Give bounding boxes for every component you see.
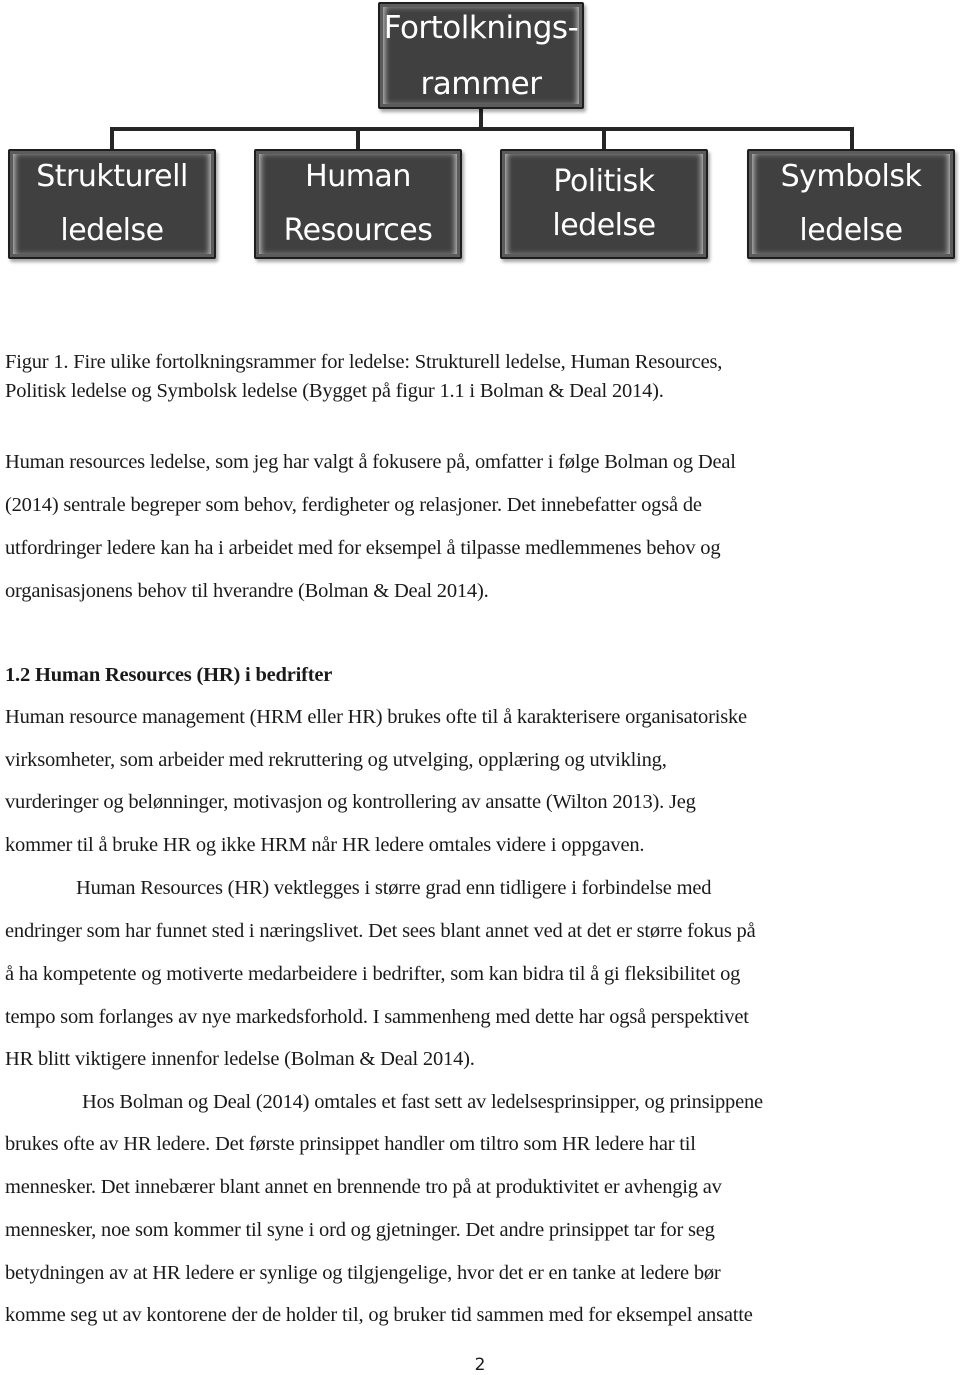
framework-diagram: Fortolknings- rammer Strukturell ledelse… bbox=[0, 0, 960, 270]
node-line-1: Strukturell bbox=[36, 159, 188, 194]
node-line-1: Symbolsk bbox=[780, 159, 922, 194]
paragraph-2-line: virksomheter, som arbeider med rekrutter… bbox=[5, 749, 667, 771]
node-human-resources: Human Resources bbox=[254, 149, 462, 259]
paragraph-4-line: mennesker, noe som kommer til syne i ord… bbox=[5, 1219, 715, 1241]
node-line-2: ledelse bbox=[60, 213, 164, 248]
paragraph-3-line: tempo som forlanges av nye markedsforhol… bbox=[5, 1006, 749, 1028]
paragraph-4-line: brukes ofte av HR ledere. Det første pri… bbox=[5, 1133, 696, 1155]
paragraph-4-line: Hos Bolman og Deal (2014) omtales et fas… bbox=[82, 1091, 763, 1113]
paragraph-1-line: utfordringer ledere kan ha i arbeidet me… bbox=[5, 537, 721, 559]
paragraph-1-line: (2014) sentrale begreper som behov, ferd… bbox=[5, 494, 702, 516]
root-node-line-2: rammer bbox=[420, 65, 542, 102]
node-line-2: Resources bbox=[283, 213, 433, 248]
node-line-1: Human bbox=[305, 159, 411, 194]
node-line-2: ledelse bbox=[552, 208, 656, 243]
paragraph-1-line: Human resources ledelse, som jeg har val… bbox=[5, 451, 736, 473]
section-heading: 1.2 Human Resources (HR) i bedrifter bbox=[5, 664, 333, 686]
connector-child-2 bbox=[356, 127, 360, 150]
paragraph-3-line: HR blitt viktigere innenfor ledelse (Bol… bbox=[5, 1048, 475, 1070]
node-strukturell-ledelse: Strukturell ledelse bbox=[8, 149, 216, 259]
node-line-2: ledelse bbox=[799, 213, 903, 248]
connector-child-1 bbox=[110, 127, 114, 150]
paragraph-2-line: vurderinger og belønninger, motivasjon o… bbox=[5, 791, 696, 813]
connector-child-3 bbox=[602, 127, 606, 150]
paragraph-2-line: kommer til å bruke HR og ikke HRM når HR… bbox=[5, 834, 645, 856]
figure-caption-line-2: Politisk ledelse og Symbolsk ledelse (By… bbox=[5, 380, 664, 402]
page-number: 2 bbox=[474, 1355, 486, 1375]
connector-child-4 bbox=[850, 127, 854, 150]
paragraph-3-line: Human Resources (HR) vektlegges i større… bbox=[76, 877, 712, 899]
root-node-line-1: Fortolknings- bbox=[383, 9, 579, 46]
paragraph-2-line: Human resource management (HRM eller HR)… bbox=[5, 706, 747, 728]
node-line-1: Politisk bbox=[553, 164, 655, 199]
paragraph-4-line: betydningen av at HR ledere er synlige o… bbox=[5, 1262, 721, 1284]
paragraph-4-line: komme seg ut av kontorene der de holder … bbox=[5, 1304, 753, 1326]
node-politisk-ledelse: Politisk ledelse bbox=[500, 149, 708, 259]
paragraph-1-line: organisasjonens behov til hverandre (Bol… bbox=[5, 580, 489, 602]
root-node-fortolkningsrammer: Fortolknings- rammer bbox=[378, 2, 584, 109]
paragraph-3-line: endringer som har funnet sted i næringsl… bbox=[5, 920, 756, 942]
node-symbolsk-ledelse: Symbolsk ledelse bbox=[747, 149, 955, 259]
connector-horizontal bbox=[110, 127, 854, 131]
paragraph-4-line: mennesker. Det innebærer blant annet en … bbox=[5, 1176, 722, 1198]
figure-caption-line-1: Figur 1. Fire ulike fortolkningsrammer f… bbox=[5, 351, 723, 373]
paragraph-3-line: å ha kompetente og motiverte medarbeider… bbox=[5, 963, 741, 985]
